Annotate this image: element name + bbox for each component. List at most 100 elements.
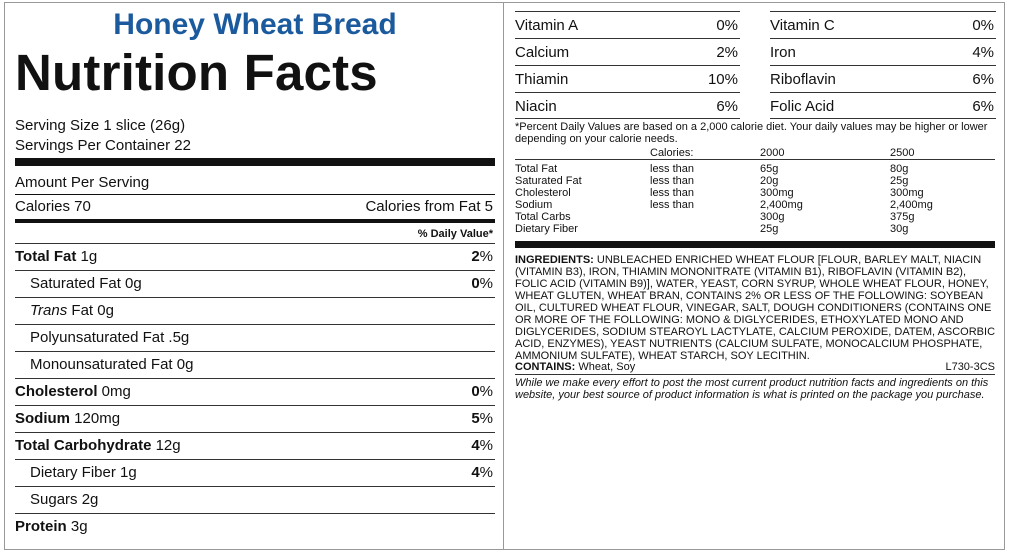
footnote: *Percent Daily Values are based on a 2,0… xyxy=(515,121,988,145)
dv-cell: Saturated Fat xyxy=(515,175,582,187)
nutrient-label: Saturated Fat 0g xyxy=(30,271,142,297)
dv-cell: Sodium xyxy=(515,199,553,211)
nutrient-amount: 0mg xyxy=(97,383,131,400)
nutrient-label: Total Carbohydrate 12g xyxy=(15,433,181,459)
product-code: L730-3CS xyxy=(945,361,995,373)
nutrient-name: Cholesterol xyxy=(15,383,98,400)
ingredients: INGREDIENTS: UNBLEACHED ENRICHED WHEAT F… xyxy=(515,254,1000,362)
nutrient-name: Polyunsaturated Fat xyxy=(30,329,165,346)
vitamin-name: Vitamin C xyxy=(770,17,835,34)
vitamin-name: Niacin xyxy=(515,98,557,115)
dv-header-cell: 2500 xyxy=(890,147,915,159)
contains-label: CONTAINS: xyxy=(515,361,576,373)
dv-cell: 2,400mg xyxy=(760,199,803,211)
nutrient-row: Protein 3g xyxy=(15,514,495,540)
amount-per-serving: Amount Per Serving xyxy=(15,174,150,191)
nutrient-daily-value: 0% xyxy=(471,379,493,405)
nutrient-label: Cholesterol 0mg xyxy=(15,379,131,405)
vitamin-rule xyxy=(515,38,740,39)
dv-cell: Dietary Fiber xyxy=(515,223,578,235)
contains-line: CONTAINS: Wheat, Soy L730-3CS xyxy=(515,361,1000,373)
nutrient-row: Saturated Fat 0g 0% xyxy=(15,271,495,297)
percent-sign: % xyxy=(479,410,493,427)
nutrient-label: Polyunsaturated Fat .5g xyxy=(30,325,189,351)
ingredients-rule xyxy=(515,241,995,248)
vitamin-rule xyxy=(770,92,996,93)
nutrient-daily-value: 2% xyxy=(471,244,493,270)
calories: Calories 70 xyxy=(15,198,91,215)
nutrient-name: Trans xyxy=(30,302,68,319)
nutrient-row: Trans Fat 0g xyxy=(15,298,495,324)
nutrient-label: Protein 3g xyxy=(15,514,88,540)
nutrient-daily-value: 4% xyxy=(471,460,493,486)
vitamin-rule xyxy=(770,38,996,39)
vitamin-name: Thiamin xyxy=(515,71,569,88)
nutrient-row: Dietary Fiber 1g 4% xyxy=(15,460,495,486)
dv-cell: Total Carbs xyxy=(515,211,571,223)
dv-cell: less than xyxy=(650,163,695,175)
nutrient-row: Monounsaturated Fat 0g xyxy=(15,352,495,378)
nutrient-label: Dietary Fiber 1g xyxy=(30,460,137,486)
dv-cell: 300mg xyxy=(890,187,924,199)
vitamin-pct: 4% xyxy=(972,44,994,61)
dv-header-cell: 2000 xyxy=(760,147,785,159)
vitamin-row: Riboflavin 6% xyxy=(770,66,996,93)
dv-cell: 80g xyxy=(890,163,909,175)
vitamin-name: Folic Acid xyxy=(770,98,835,115)
vitamin-row: Niacin 6% xyxy=(515,93,740,120)
vitamin-name: Iron xyxy=(770,44,796,61)
percent-sign: % xyxy=(479,248,493,265)
nutrient-daily-value: 0% xyxy=(471,271,493,297)
calories-from-fat: Calories from Fat 5 xyxy=(365,198,493,215)
dv-header-rule xyxy=(515,159,995,160)
nutrient-amount: 1g xyxy=(115,464,137,481)
daily-value-number: 5 xyxy=(471,410,480,427)
ingredients-label: INGREDIENTS: xyxy=(515,254,594,266)
nutrient-name: Monounsaturated Fat xyxy=(30,356,173,373)
vitamin-row: Thiamin 10% xyxy=(515,66,740,93)
nutrient-label: Monounsaturated Fat 0g xyxy=(30,352,193,378)
nutrient-label: Total Fat 1g xyxy=(15,244,97,270)
vitamin-row: Calcium 2% xyxy=(515,39,740,66)
nutrient-name: Protein xyxy=(15,518,67,535)
vitamin-pct: 2% xyxy=(716,44,738,61)
dv-cell: less than xyxy=(650,187,695,199)
dv-cell: 2,400mg xyxy=(890,199,933,211)
nutrient-amount: .5g xyxy=(164,329,190,346)
panel-divider xyxy=(503,2,504,550)
disclaimer: While we make every effort to post the m… xyxy=(515,377,989,401)
vitamin-pct: 6% xyxy=(716,98,738,115)
dv-cell: 65g xyxy=(760,163,779,175)
nutrient-label: Sugars 2g xyxy=(30,487,98,513)
nutrient-label: Trans Fat 0g xyxy=(30,298,114,324)
contains-text: Wheat, Soy xyxy=(575,361,636,373)
vitamin-row: Folic Acid 6% xyxy=(770,93,996,120)
dv-cell: 30g xyxy=(890,223,909,235)
dv-header-cell: Calories: xyxy=(650,147,694,159)
nutrient-amount: 3g xyxy=(66,518,88,535)
nutrient-amount: 120mg xyxy=(70,410,121,427)
dv-cell: 25g xyxy=(890,175,909,187)
nutrient-name: Sugars xyxy=(30,491,78,508)
thick-rule xyxy=(15,158,495,166)
vitamin-pct: 6% xyxy=(972,98,994,115)
vitamin-name: Vitamin A xyxy=(515,17,579,34)
nutrient-row: Polyunsaturated Fat .5g xyxy=(15,325,495,351)
nutrient-daily-value: 4% xyxy=(471,433,493,459)
daily-value-number: 0 xyxy=(471,275,480,292)
nutrient-name: Dietary Fiber xyxy=(30,464,116,481)
dv-cell: less than xyxy=(650,199,695,211)
nutrient-row: Sodium 120mg 5% xyxy=(15,406,495,432)
dv-cell: less than xyxy=(650,175,695,187)
nutrient-row: Sugars 2g xyxy=(15,487,495,513)
dv-cell: Cholesterol xyxy=(515,187,571,199)
vitamin-rule xyxy=(515,11,740,12)
nutrient-name: Sodium xyxy=(15,410,70,427)
dv-cell: 300mg xyxy=(760,187,794,199)
medium-rule xyxy=(15,219,495,223)
daily-value-header: % Daily Value* xyxy=(417,228,493,240)
serving-size: Serving Size 1 slice (26g) xyxy=(15,117,186,134)
daily-value-number: 0 xyxy=(471,383,480,400)
nutrient-amount: 0g xyxy=(172,356,194,373)
vitamin-rule xyxy=(770,11,996,12)
